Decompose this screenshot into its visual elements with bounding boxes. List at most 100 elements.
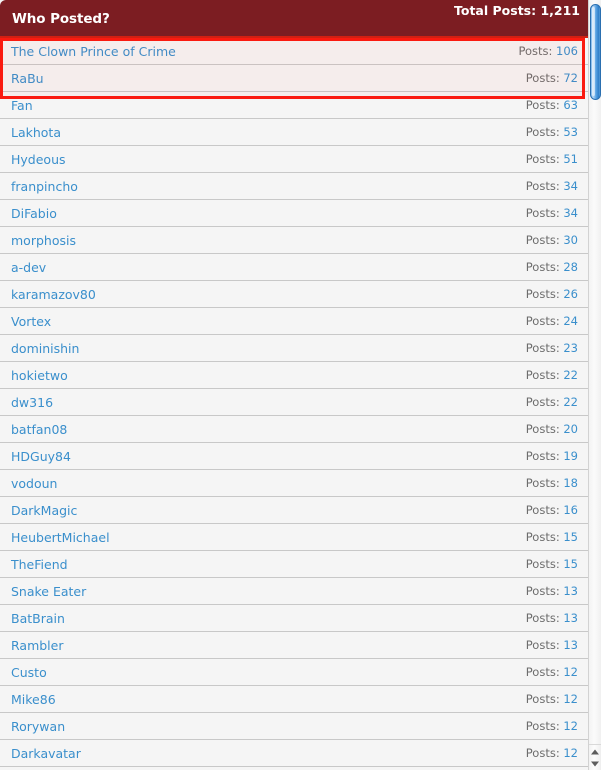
username-link[interactable]: morphosis [11,233,76,248]
username-link[interactable]: Lakhota [11,125,61,140]
username-link[interactable]: DarkMagic [11,503,77,518]
post-count: Posts: 13 [526,638,578,652]
username-link[interactable]: Vortex [11,314,51,329]
post-count-value[interactable]: 22 [563,395,578,409]
who-posted-panel: Who Posted? Total Posts: 1,211 The Clown… [0,0,601,770]
username-link[interactable]: TheFiend [11,557,68,572]
post-count-value[interactable]: 13 [563,611,578,625]
poster-list: The Clown Prince of Crime Posts: 106 RaBu P… [0,38,588,767]
post-count-value[interactable]: 34 [563,206,578,220]
post-count-value[interactable]: 15 [563,557,578,571]
post-count-value[interactable]: 30 [563,233,578,247]
username-link[interactable]: dominishin [11,341,79,356]
post-count-value[interactable]: 53 [563,125,578,139]
post-count-value[interactable]: 23 [563,341,578,355]
username-link[interactable]: vodoun [11,476,57,491]
post-count-value[interactable]: 19 [563,449,578,463]
post-count-value[interactable]: 12 [563,719,578,733]
table-row[interactable]: TheFiend Posts: 15 [0,551,588,578]
username-link[interactable]: The Clown Prince of Crime [11,44,176,59]
table-row[interactable]: Hydeous Posts: 51 [0,146,588,173]
username-link[interactable]: Snake Eater [11,584,86,599]
table-row[interactable]: Rorywan Posts: 12 [0,713,588,740]
post-count-label: Posts: [525,557,560,571]
post-count-value[interactable]: 24 [563,314,578,328]
table-row[interactable]: hokietwo Posts: 22 [0,362,588,389]
post-count-value[interactable]: 20 [563,422,578,436]
post-count-label: Posts: [525,125,560,139]
post-count-value[interactable]: 26 [563,287,578,301]
username-link[interactable]: a-dev [11,260,46,275]
table-row[interactable]: The Clown Prince of Crime Posts: 106 [0,38,588,65]
post-count: Posts: 106 [518,44,578,58]
table-row[interactable]: batfan08 Posts: 20 [0,416,588,443]
post-count-label: Posts: [525,260,560,274]
post-count-value[interactable]: 16 [563,503,578,517]
username-link[interactable]: hokietwo [11,368,68,383]
username-link[interactable]: BatBrain [11,611,65,626]
post-count: Posts: 15 [526,557,578,571]
table-row[interactable]: Vortex Posts: 24 [0,308,588,335]
table-row[interactable]: BatBrain Posts: 13 [0,605,588,632]
table-row[interactable]: HeubertMichael Posts: 15 [0,524,588,551]
post-count-value[interactable]: 22 [563,368,578,382]
post-count-label: Posts: [525,314,560,328]
post-count-value[interactable]: 13 [563,638,578,652]
table-row[interactable]: Rambler Posts: 13 [0,632,588,659]
post-count-value[interactable]: 34 [563,179,578,193]
post-count-value[interactable]: 72 [563,71,578,85]
vertical-scrollbar[interactable] [588,0,601,770]
post-count-value[interactable]: 51 [563,152,578,166]
table-row[interactable]: a-dev Posts: 28 [0,254,588,281]
username-link[interactable]: Mike86 [11,692,56,707]
scrollbar-thumb[interactable] [590,4,601,100]
post-count-value[interactable]: 63 [563,98,578,112]
table-row[interactable]: Darkavatar Posts: 12 [0,740,588,767]
post-count-value[interactable]: 12 [563,746,578,760]
post-count-label: Posts: [525,746,560,760]
username-link[interactable]: Rambler [11,638,63,653]
table-row[interactable]: DarkMagic Posts: 16 [0,497,588,524]
table-row[interactable]: dominishin Posts: 23 [0,335,588,362]
table-row[interactable]: Snake Eater Posts: 13 [0,578,588,605]
post-count-value[interactable]: 12 [563,665,578,679]
table-row[interactable]: Custo Posts: 12 [0,659,588,686]
table-row[interactable]: morphosis Posts: 30 [0,227,588,254]
table-row[interactable]: dw316 Posts: 22 [0,389,588,416]
post-count-value[interactable]: 18 [563,476,578,490]
table-row[interactable]: RaBu Posts: 72 [0,65,588,92]
username-link[interactable]: Custo [11,665,47,680]
post-count: Posts: 12 [526,665,578,679]
username-link[interactable]: HDGuy84 [11,449,71,464]
table-row[interactable]: Mike86 Posts: 12 [0,686,588,713]
post-count-value[interactable]: 12 [563,692,578,706]
table-row[interactable]: HDGuy84 Posts: 19 [0,443,588,470]
post-count-value[interactable]: 13 [563,584,578,598]
username-link[interactable]: Rorywan [11,719,65,734]
username-link[interactable]: Darkavatar [11,746,81,761]
username-link[interactable]: RaBu [11,71,44,86]
username-link[interactable]: franpincho [11,179,78,194]
post-count: Posts: 24 [526,314,578,328]
username-link[interactable]: batfan08 [11,422,67,437]
table-row[interactable]: Fan Posts: 63 [0,92,588,119]
table-row[interactable]: Lakhota Posts: 53 [0,119,588,146]
post-count-value[interactable]: 28 [563,260,578,274]
username-link[interactable]: Fan [11,98,33,113]
table-row[interactable]: DiFabio Posts: 34 [0,200,588,227]
scroll-down-button[interactable] [589,757,601,770]
username-link[interactable]: Hydeous [11,152,66,167]
username-link[interactable]: HeubertMichael [11,530,110,545]
table-row[interactable]: vodoun Posts: 18 [0,470,588,497]
scrollbar-track[interactable] [589,0,601,744]
table-row[interactable]: karamazov80 Posts: 26 [0,281,588,308]
triangle-down-icon [591,761,599,766]
post-count-value[interactable]: 106 [556,44,578,58]
username-link[interactable]: dw316 [11,395,53,410]
post-count: Posts: 28 [526,260,578,274]
post-count-value[interactable]: 15 [563,530,578,544]
post-count: Posts: 12 [526,692,578,706]
username-link[interactable]: karamazov80 [11,287,96,302]
table-row[interactable]: franpincho Posts: 34 [0,173,588,200]
username-link[interactable]: DiFabio [11,206,57,221]
